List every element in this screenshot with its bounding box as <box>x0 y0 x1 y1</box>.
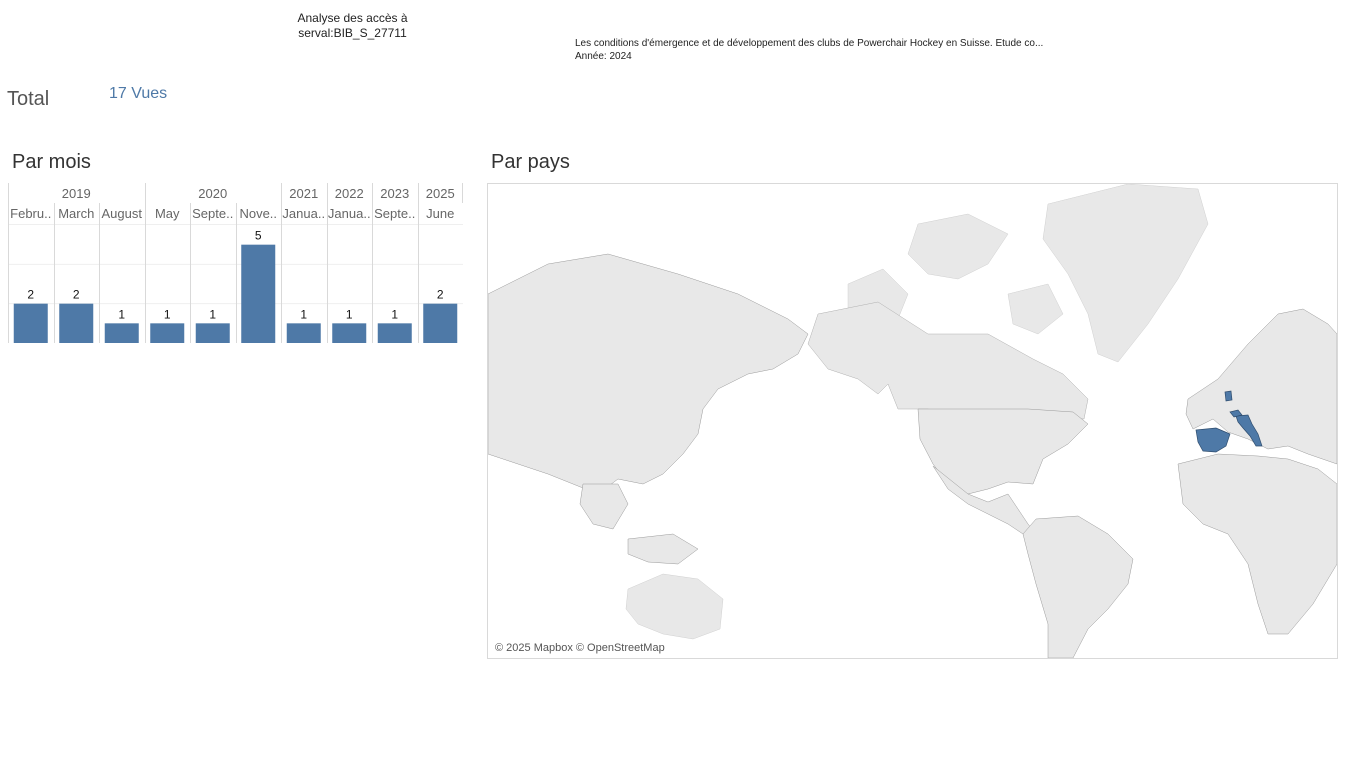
chart-month-label: Septe.. <box>374 206 415 221</box>
by-month-title: Par mois <box>12 151 91 173</box>
chart-month-label: May <box>155 206 180 221</box>
chart-value-label: 1 <box>164 307 171 321</box>
chart-year-label: 2022 <box>335 186 364 201</box>
total-label: Total <box>7 88 50 110</box>
total-views-value: 17 Vues <box>109 85 168 102</box>
map-country-netherlands[interactable] <box>1224 390 1233 402</box>
chart-bar[interactable] <box>104 323 139 343</box>
chart-value-label: 1 <box>118 307 125 321</box>
map-land-africa <box>1177 453 1337 635</box>
chart-bar[interactable] <box>332 323 367 343</box>
chart-value-label: 2 <box>27 288 34 302</box>
report-title: Analyse des accès à serval:BIB_S_27711 <box>270 11 435 41</box>
chart-year-label: 2021 <box>289 186 318 201</box>
chart-value-label: 2 <box>437 288 444 302</box>
chart-value-label: 1 <box>300 307 307 321</box>
chart-bar[interactable] <box>286 323 321 343</box>
map-attribution: © 2025 Mapbox © OpenStreetMap <box>495 642 665 654</box>
country-map[interactable] <box>487 183 1338 659</box>
chart-year-label: 2025 <box>426 186 455 201</box>
chart-bar[interactable] <box>13 303 48 343</box>
monthly-bar-chart-svg: 2019 2020 2021 2022 2023 2025 Febru.. 2 March 2 Au… <box>8 183 463 343</box>
chart-value-label: 2 <box>73 288 80 302</box>
chart-month-label: Septe.. <box>192 206 233 221</box>
chart-value-label: 5 <box>255 229 262 243</box>
chart-month-label: Nove.. <box>239 206 277 221</box>
chart-value-label: 1 <box>346 307 353 321</box>
chart-bar[interactable] <box>423 303 458 343</box>
map-land-australia <box>625 573 724 640</box>
map-land-greenland <box>1042 184 1209 363</box>
chart-bar[interactable] <box>377 323 412 343</box>
document-year: Année: 2024 <box>575 51 632 62</box>
document-info: Les conditions d'émergence et de dévelop… <box>575 37 1043 63</box>
monthly-bar-chart[interactable]: 2019 2020 2021 2022 2023 2025 Febru.. 2 March 2 Au… <box>8 183 463 345</box>
report-title-line2: serval:BIB_S_27711 <box>298 26 407 40</box>
chart-value-label: 1 <box>391 307 398 321</box>
chart-bar[interactable] <box>59 303 94 343</box>
report-title-line1: Analyse des accès à <box>297 11 408 25</box>
chart-bar[interactable] <box>195 323 230 343</box>
world-map-svg <box>488 184 1337 658</box>
document-title: Les conditions d'émergence et de dévelop… <box>575 38 1044 49</box>
chart-year-label: 2023 <box>380 186 409 201</box>
map-land-asia <box>488 253 809 495</box>
chart-month-label: Janua.. <box>328 206 371 221</box>
chart-month-label: June <box>426 206 454 221</box>
chart-bar[interactable] <box>241 244 276 343</box>
chart-year-label: 2019 <box>62 186 91 201</box>
chart-value-label: 1 <box>209 307 216 321</box>
chart-month-label: Febru.. <box>10 206 51 221</box>
chart-month-label: August <box>102 206 143 221</box>
chart-year-label: 2020 <box>198 186 227 201</box>
map-land-southeast-asia <box>579 483 699 565</box>
map-land-south-america <box>1022 515 1134 658</box>
map-country-spain[interactable] <box>1195 427 1231 453</box>
by-country-title: Par pays <box>491 151 570 173</box>
chart-month-label: March <box>58 206 94 221</box>
chart-month-label: Janua.. <box>282 206 325 221</box>
chart-bar[interactable] <box>150 323 185 343</box>
